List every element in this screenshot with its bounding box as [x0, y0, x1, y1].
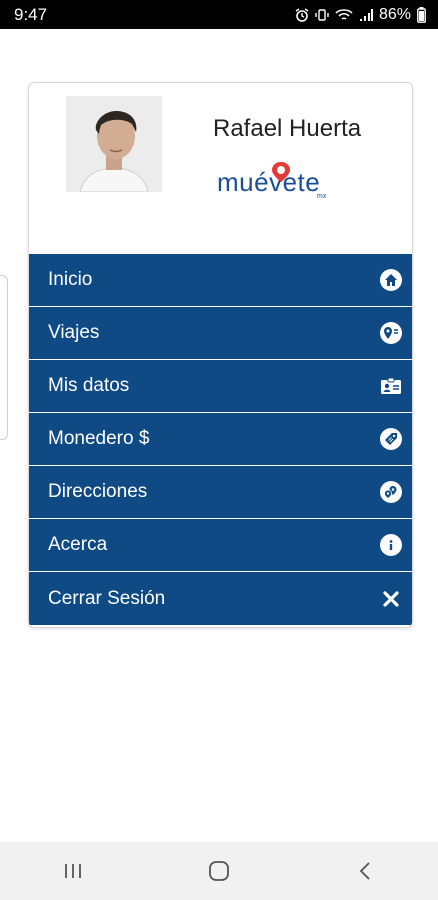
menu-item-direcciones[interactable]: Direcciones — [29, 466, 412, 519]
menu-item-label: Monedero $ — [48, 428, 150, 449]
wifi-icon — [335, 8, 353, 20]
back-button[interactable] — [335, 851, 395, 891]
signal-icon — [359, 8, 373, 21]
status-icons: 86% — [295, 6, 426, 24]
status-bar: 9:47 86% — [0, 0, 438, 29]
menu-item-label: Viajes — [48, 322, 100, 343]
vibrate-icon — [315, 8, 329, 21]
logo-text: muévete — [217, 167, 321, 197]
home-button-icon — [209, 861, 229, 881]
id-card-icon — [380, 375, 402, 397]
menu-item-inicio[interactable]: Inicio — [29, 254, 412, 307]
brand-logo: muévete mx — [217, 161, 337, 205]
menu-item-label: Cerrar Sesión — [48, 587, 166, 609]
avatar — [66, 96, 162, 192]
menu-item-mis-datos[interactable]: Mis datos — [29, 360, 412, 413]
battery-icon — [417, 6, 426, 23]
menu-item-viajes[interactable]: Viajes — [29, 307, 412, 360]
battery-percent: 86% — [378, 5, 411, 23]
user-name: Rafael Huerta — [213, 115, 362, 142]
menu-item-label: Inicio — [48, 269, 93, 290]
info-icon — [380, 534, 402, 556]
home-button[interactable] — [189, 851, 249, 891]
logo-pin-icon — [272, 162, 290, 182]
location-pins-icon — [380, 481, 402, 503]
drawer-menu: Inicio Viajes Mis datos Monedero $ Direc… — [29, 254, 412, 625]
drawer-edge-handle[interactable] — [0, 275, 8, 440]
menu-item-acerca[interactable]: Acerca — [29, 519, 412, 572]
logo-suffix: mx — [317, 193, 327, 200]
recent-apps-button[interactable] — [43, 851, 103, 891]
menu-item-label: Direcciones — [48, 481, 148, 502]
tag-icon — [380, 428, 402, 450]
alarm-icon — [295, 7, 309, 22]
system-nav-bar — [0, 842, 438, 900]
menu-item-cerrar-sesion[interactable]: Cerrar Sesión — [29, 572, 412, 625]
menu-item-label: Mis datos — [48, 375, 130, 396]
menu-item-label: Acerca — [48, 534, 108, 555]
drawer-header: Rafael Huerta muévete mx — [29, 83, 412, 254]
navigation-drawer: Rafael Huerta muévete mx Inicio Viajes M… — [28, 82, 413, 628]
menu-item-monedero[interactable]: Monedero $ — [29, 413, 412, 466]
status-time: 9:47 — [14, 4, 48, 24]
route-pin-icon — [380, 322, 402, 344]
back-icon — [359, 862, 370, 880]
close-icon — [380, 588, 402, 610]
home-icon — [380, 269, 402, 291]
recent-apps-icon — [65, 864, 81, 878]
